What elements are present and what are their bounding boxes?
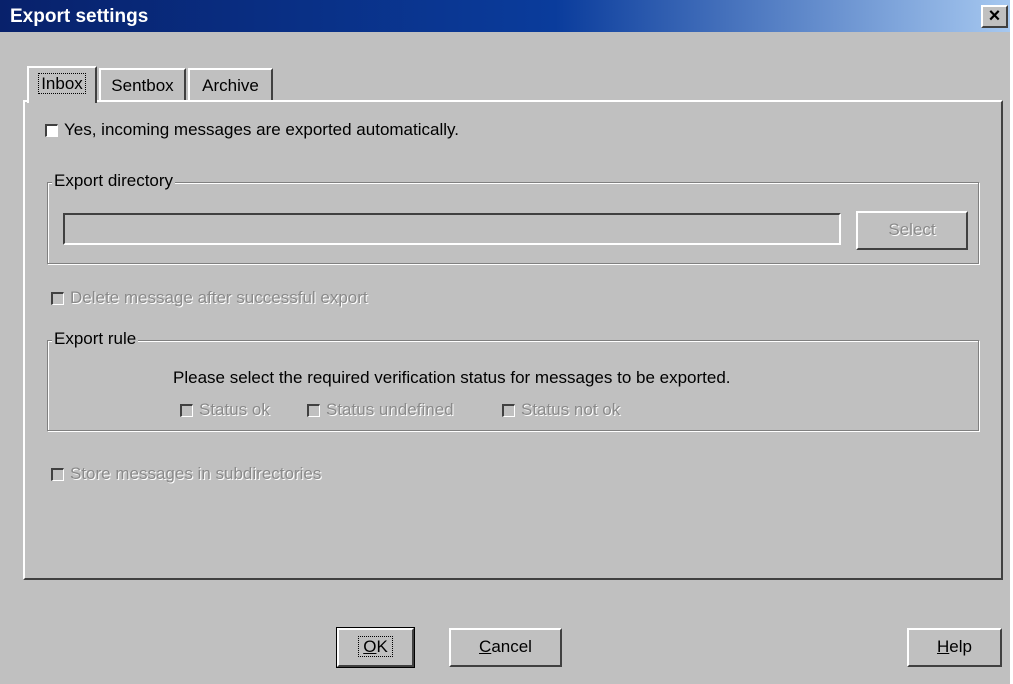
status-undefined-checkbox-box[interactable]	[307, 403, 320, 417]
status-ok-checkbox[interactable]: Status ok	[180, 400, 270, 420]
cancel-button[interactable]: Cancel	[449, 628, 562, 667]
export-rule-label: Export rule	[52, 329, 139, 349]
tab-inbox-label: Inbox	[38, 73, 86, 94]
auto-export-label: Yes, incoming messages are exported auto…	[64, 120, 459, 139]
title-bar[interactable]: Export settings ×	[0, 0, 1010, 32]
export-rule-description: Please select the required verification …	[173, 368, 731, 387]
tab-sentbox[interactable]: Sentbox	[99, 68, 186, 102]
status-undefined-checkbox[interactable]: Status undefined	[307, 400, 454, 420]
close-icon[interactable]: ×	[981, 5, 1008, 28]
help-button-label: Help	[937, 637, 972, 656]
ok-button[interactable]: OK	[336, 627, 415, 668]
status-undefined-label: Status undefined	[326, 400, 454, 419]
ok-button-label: OK	[358, 636, 393, 657]
status-not-ok-checkbox[interactable]: Status not ok	[502, 400, 620, 420]
tab-archive-label: Archive	[202, 76, 259, 95]
help-button[interactable]: Help	[907, 628, 1002, 667]
export-settings-dialog: Export settings × Inbox Sentbox Archive …	[0, 0, 1010, 684]
export-directory-input[interactable]	[63, 213, 841, 245]
tab-archive[interactable]: Archive	[188, 68, 273, 102]
delete-after-export-checkbox[interactable]: Delete message after successful export	[51, 288, 368, 308]
window-title: Export settings	[10, 6, 149, 27]
status-not-ok-checkbox-box[interactable]	[502, 403, 515, 417]
store-subdirectories-checkbox-box[interactable]	[51, 467, 64, 481]
auto-export-checkbox[interactable]: Yes, incoming messages are exported auto…	[45, 120, 459, 140]
delete-after-export-label: Delete message after successful export	[70, 288, 368, 307]
select-directory-button[interactable]: Select	[856, 211, 968, 250]
delete-after-export-checkbox-box[interactable]	[51, 291, 64, 305]
export-directory-label: Export directory	[52, 171, 176, 191]
tab-sentbox-label: Sentbox	[111, 76, 174, 95]
status-not-ok-label: Status not ok	[521, 400, 621, 419]
status-ok-checkbox-box[interactable]	[180, 403, 193, 417]
store-subdirectories-checkbox[interactable]: Store messages in subdirectories	[51, 464, 321, 484]
tab-inbox[interactable]: Inbox	[27, 66, 97, 103]
status-ok-label: Status ok	[199, 400, 270, 419]
cancel-button-label: Cancel	[479, 637, 532, 656]
auto-export-checkbox-box[interactable]	[45, 123, 58, 137]
store-subdirectories-label: Store messages in subdirectories	[70, 464, 322, 483]
